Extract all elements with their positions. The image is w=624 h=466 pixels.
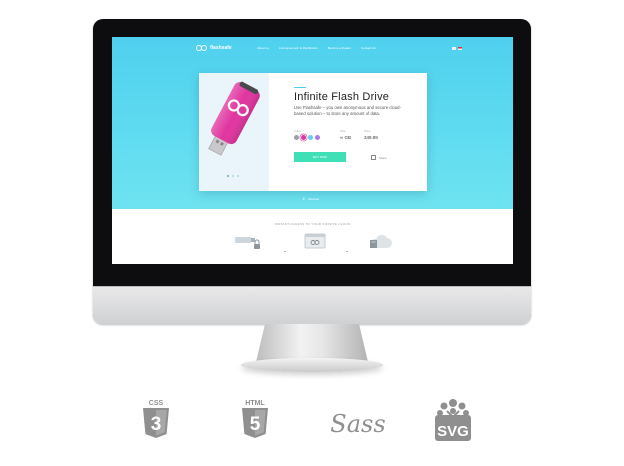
css3-icon: CSS 3 bbox=[143, 400, 169, 438]
swatch-gray[interactable] bbox=[294, 135, 299, 140]
carousel-dots bbox=[227, 175, 239, 177]
css3-label: CSS bbox=[149, 400, 164, 407]
logo-text: flashsafe bbox=[210, 45, 232, 51]
flag-icon[interactable] bbox=[458, 47, 462, 50]
cloud-storage-icon bbox=[370, 234, 392, 248]
product-title: Infinite Flash Drive bbox=[294, 91, 390, 103]
swatch-blue[interactable] bbox=[308, 135, 313, 140]
html5-icon: HTML 5 bbox=[242, 400, 268, 438]
monitor-chin bbox=[93, 286, 531, 325]
svg-text:5: 5 bbox=[250, 414, 261, 435]
svg-label: SVG bbox=[437, 423, 469, 440]
share-icon bbox=[371, 155, 376, 160]
product-description: Use Flashsafe – you own anonymous and se… bbox=[294, 105, 402, 116]
price-label: Price bbox=[364, 129, 371, 133]
svg-logo-icon: SVG bbox=[435, 399, 471, 441]
monitor-stand-base bbox=[241, 358, 383, 372]
title-accent-line bbox=[294, 87, 306, 88]
top-nav: flashsafe About us Announcement & Distri… bbox=[112, 37, 513, 59]
product-image-panel bbox=[199, 73, 269, 191]
swatch-pink[interactable] bbox=[301, 135, 306, 140]
color-label: Color bbox=[294, 129, 301, 133]
share-link[interactable]: Share bbox=[371, 155, 386, 160]
html5-label: HTML bbox=[245, 400, 265, 407]
monitor-screen: flashsafe About us Announcement & Distri… bbox=[112, 37, 513, 264]
flag-icon[interactable] bbox=[452, 47, 456, 50]
usb-lock-icon bbox=[235, 237, 260, 249]
flash-drive-image bbox=[208, 81, 260, 156]
menu-item-about[interactable]: About us bbox=[257, 46, 269, 50]
discover-link[interactable]: ⇓ Discover bbox=[302, 196, 320, 202]
size-value[interactable]: ∞ GB bbox=[340, 135, 351, 140]
hero-section: flashsafe About us Announcement & Distri… bbox=[112, 37, 513, 209]
scroll-down-icon: ⇓ bbox=[302, 196, 306, 201]
divider-dot bbox=[346, 251, 348, 252]
color-swatches bbox=[294, 135, 320, 140]
site-logo[interactable]: flashsafe bbox=[196, 45, 232, 51]
sass-icon: Sass bbox=[330, 410, 385, 438]
carousel-dot[interactable] bbox=[237, 175, 239, 177]
buy-now-button[interactable]: BUY NOW bbox=[294, 152, 346, 162]
monitor-stand-neck bbox=[256, 324, 368, 362]
carousel-dot[interactable] bbox=[227, 175, 229, 177]
svg-text:3: 3 bbox=[151, 414, 162, 435]
infinity-logo-icon bbox=[196, 45, 207, 51]
price-value: 349.99 bbox=[364, 135, 378, 140]
menu-item-announcement[interactable]: Announcement & Distribution bbox=[279, 46, 318, 50]
carousel-dot[interactable] bbox=[232, 175, 234, 177]
product-card: Infinite Flash Drive Use Flashsafe – you… bbox=[199, 73, 427, 191]
share-label: Share bbox=[379, 155, 387, 160]
menu-item-dealer[interactable]: Become a Dealer bbox=[328, 46, 351, 50]
divider-dot bbox=[284, 251, 286, 252]
discover-label: Discover bbox=[308, 197, 320, 201]
sass-label: Sass bbox=[330, 410, 385, 438]
main-menu: About us Announcement & Distribution Bec… bbox=[257, 46, 376, 50]
features-title: INSTANT ACCESS TO YOUR INFINITE CLOUD bbox=[274, 222, 351, 226]
menu-item-contact[interactable]: Contact Us bbox=[361, 46, 376, 50]
language-switcher[interactable] bbox=[452, 47, 462, 50]
swatch-purple[interactable] bbox=[315, 135, 320, 140]
browser-infinity-icon bbox=[304, 233, 326, 249]
size-label: Size bbox=[340, 129, 346, 133]
